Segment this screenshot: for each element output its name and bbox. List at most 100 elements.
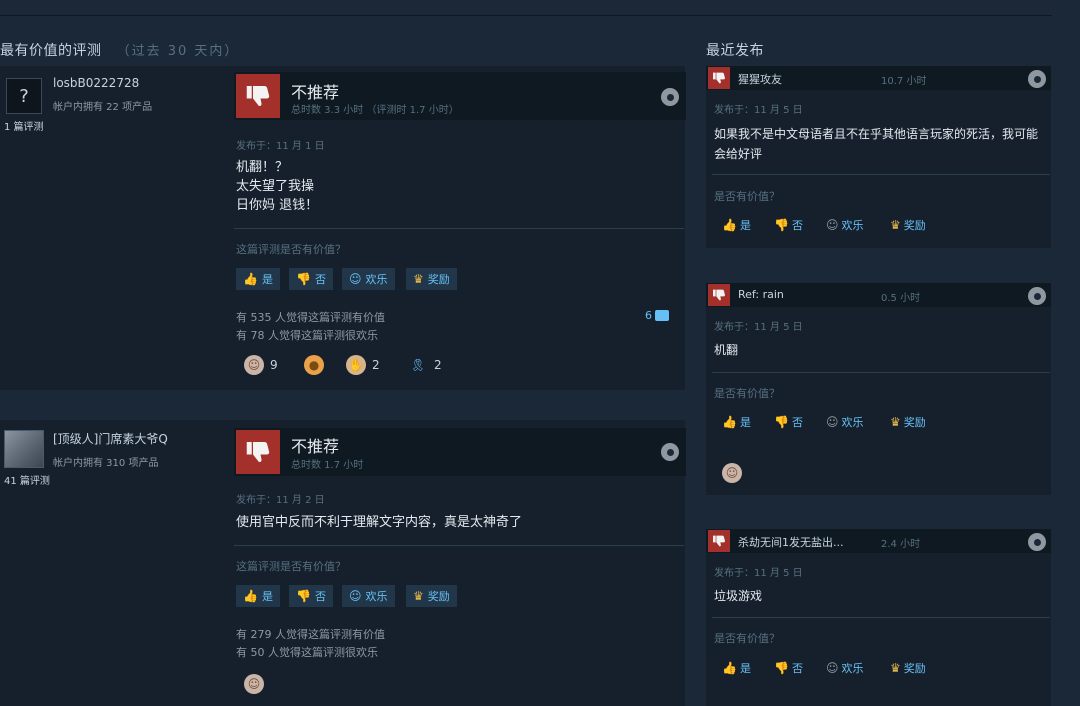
reviewer-name[interactable]: [顶级人]门席素大爷Q xyxy=(53,430,168,447)
funny-count: 有 50 人觉得这篇评测很欢乐 xyxy=(236,646,378,659)
posted-date: 发布于：11 月 5 日 xyxy=(714,568,803,579)
vote-no-label: 否 xyxy=(314,590,326,603)
steam-icon xyxy=(661,88,679,106)
award-count: 9 xyxy=(270,358,278,372)
award-button[interactable]: ♛ 奖励 xyxy=(890,217,926,233)
award-badge[interactable]: ✋ 2 xyxy=(346,355,380,375)
thumbs-down-icon: 👎 xyxy=(296,272,311,286)
award-label: 奖励 xyxy=(427,590,450,603)
review-count[interactable]: 1 篇评测 xyxy=(4,118,44,133)
award-badge[interactable]: ☺ xyxy=(244,674,264,694)
vote-funny-button[interactable]: ☺ 欢乐 xyxy=(826,414,864,430)
comment-count[interactable]: 6 xyxy=(645,309,669,322)
vote-yes-button[interactable]: 👍 是 xyxy=(722,217,751,233)
playtime: 0.5 小时 xyxy=(881,293,921,304)
thumb-down-icon xyxy=(236,74,280,118)
products-owned: 帐户内拥有 310 项产品 xyxy=(53,458,159,469)
thumb-down-icon xyxy=(236,430,280,474)
avatar-placeholder: ? xyxy=(19,85,29,107)
vote-yes-button[interactable]: 👍 是 xyxy=(722,660,751,676)
thumb-down-icon xyxy=(708,67,730,89)
thumbs-up-icon: 👍 xyxy=(722,415,737,429)
posted-date: 发布于：11 月 5 日 xyxy=(714,105,803,116)
section-subtitle: （过去 30 天内） xyxy=(116,44,240,59)
reviewer-name[interactable]: 猩猩攻友 xyxy=(738,71,782,87)
vote-funny-label: 欢乐 xyxy=(841,662,864,675)
review-line: 日你妈 退钱！ xyxy=(236,198,319,213)
reviewer-name[interactable]: 杀劫无间1发无盐出... xyxy=(738,534,844,550)
award-label: 奖励 xyxy=(903,219,926,232)
steam-icon xyxy=(661,443,679,461)
vote-no-button[interactable]: 👎 否 xyxy=(289,268,333,290)
award-icon: ♛ xyxy=(413,589,424,603)
review-text: 垃圾游戏 xyxy=(714,589,763,603)
thumbs-down-icon: 👎 xyxy=(774,661,789,675)
thumbs-down-icon: 👎 xyxy=(774,218,789,232)
helpful-count: 有 279 人觉得这篇评测有价值 xyxy=(236,628,385,641)
award-badge[interactable]: ☺ xyxy=(722,463,742,483)
award-label: 奖励 xyxy=(903,662,926,675)
vote-yes-button[interactable]: 👍 是 xyxy=(722,414,751,430)
vote-funny-button[interactable]: ☺ 欢乐 xyxy=(342,268,395,290)
posted-date: 发布于：11 月 5 日 xyxy=(714,322,803,333)
thumbs-down-icon: 👎 xyxy=(296,589,311,603)
vote-no-label: 否 xyxy=(314,273,326,286)
smiley-icon: ☺ xyxy=(826,415,839,429)
award-badge[interactable]: ● xyxy=(304,355,324,375)
reviewer-name[interactable]: Ref: rain xyxy=(738,288,784,301)
award-button[interactable]: ♛ 奖励 xyxy=(406,268,457,290)
award-icon: ♛ xyxy=(890,661,901,675)
helpful-question: 这篇评测是否有价值？ xyxy=(236,560,346,573)
vote-no-button[interactable]: 👎 否 xyxy=(774,414,803,430)
most-helpful-header: 最有价值的评测 （过去 30 天内） xyxy=(0,40,239,60)
vote-funny-label: 欢乐 xyxy=(841,416,864,429)
vote-funny-label: 欢乐 xyxy=(365,273,388,286)
recent-title: 最近发布 xyxy=(706,43,764,59)
reviewer-name[interactable]: losbB0222728 xyxy=(53,76,139,90)
vote-yes-label: 是 xyxy=(739,662,751,675)
posted-date: 发布于：11 月 2 日 xyxy=(236,495,325,506)
smiley-icon: ☺ xyxy=(826,661,839,675)
award-button[interactable]: ♛ 奖励 xyxy=(890,414,926,430)
steam-icon xyxy=(1028,533,1046,551)
ribbon-award-icon: 🎗 xyxy=(410,358,426,372)
vote-no-button[interactable]: 👎 否 xyxy=(774,660,803,676)
review-line: 太失望了我操 xyxy=(236,179,315,194)
vote-yes-button[interactable]: 👍 是 xyxy=(236,268,280,290)
thumbs-up-icon: 👍 xyxy=(722,218,737,232)
award-icon: ♛ xyxy=(890,218,901,232)
vote-funny-button[interactable]: ☺ 欢乐 xyxy=(826,217,864,233)
award-badge[interactable]: 🎗 2 xyxy=(408,355,441,375)
products-owned: 帐户内拥有 22 项产品 xyxy=(53,102,153,113)
vote-funny-button[interactable]: ☺ 欢乐 xyxy=(342,585,395,607)
avatar[interactable]: ? xyxy=(6,78,42,114)
comment-bubble-icon xyxy=(655,310,669,321)
review-line: 使用官中反而不利于理解文字内容，真是太神奇了 xyxy=(236,515,523,530)
award-button[interactable]: ♛ 奖励 xyxy=(406,585,457,607)
vote-no-button[interactable]: 👎 否 xyxy=(774,217,803,233)
divider xyxy=(234,545,684,546)
vote-yes-label: 是 xyxy=(261,273,273,286)
clown-award-icon: ☺ xyxy=(244,674,264,694)
avatar[interactable] xyxy=(4,430,44,468)
award-badge[interactable]: ☺ 9 xyxy=(244,355,278,375)
helpful-count: 有 535 人觉得这篇评测有价值 xyxy=(236,311,385,324)
vote-funny-label: 欢乐 xyxy=(365,590,388,603)
helpful-question: 是否有价值？ xyxy=(714,190,780,203)
clown-award-icon: ☺ xyxy=(244,355,264,375)
section-title: 最有价值的评测 xyxy=(0,43,102,59)
vote-yes-button[interactable]: 👍 是 xyxy=(236,585,280,607)
cookie-award-icon: ● xyxy=(304,355,324,375)
review-text: 机翻 xyxy=(714,343,739,357)
vote-funny-button[interactable]: ☺ 欢乐 xyxy=(826,660,864,676)
verdict-label: 不推荐 xyxy=(291,83,340,102)
vote-yes-label: 是 xyxy=(739,416,751,429)
award-button[interactable]: ♛ 奖励 xyxy=(890,660,926,676)
divider xyxy=(234,228,684,229)
review-count[interactable]: 41 篇评测 xyxy=(4,472,50,487)
playtime: 总时数 3.3 小时 （评测时 1.7 小时） xyxy=(291,105,459,116)
review-line: 机翻！？ xyxy=(236,160,289,175)
award-label: 奖励 xyxy=(903,416,926,429)
thumbs-up-icon: 👍 xyxy=(722,661,737,675)
vote-no-button[interactable]: 👎 否 xyxy=(289,585,333,607)
